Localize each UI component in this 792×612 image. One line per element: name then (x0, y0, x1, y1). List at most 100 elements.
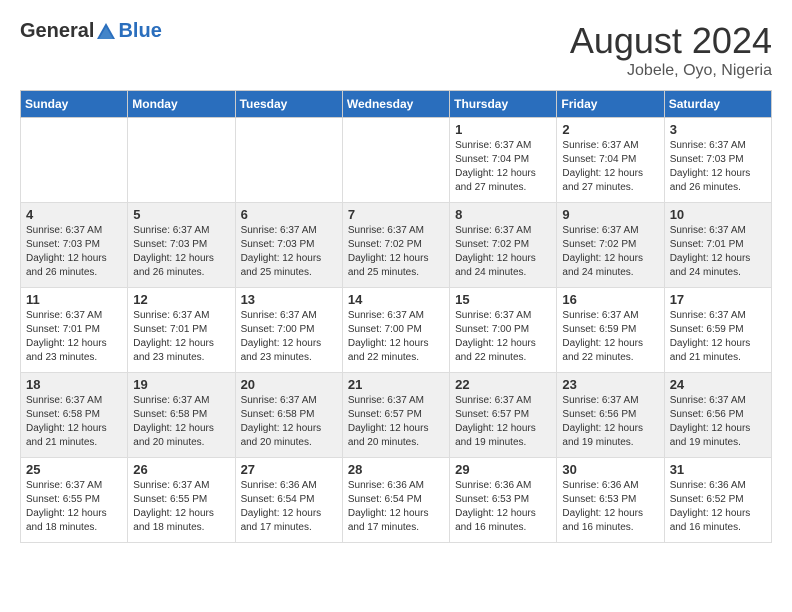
day-info: Sunrise: 6:37 AMSunset: 7:03 PMDaylight:… (670, 139, 766, 195)
weekday-header-tuesday: Tuesday (235, 91, 342, 118)
day-info: Sunrise: 6:36 AMSunset: 6:54 PMDaylight:… (241, 479, 337, 535)
day-info: Sunrise: 6:37 AMSunset: 7:03 PMDaylight:… (26, 224, 122, 280)
calendar-cell: 31 Sunrise: 6:36 AMSunset: 6:52 PMDayligh… (664, 458, 771, 543)
day-info: Sunrise: 6:37 AMSunset: 7:02 PMDaylight:… (455, 224, 551, 280)
day-number: 7 (348, 207, 444, 222)
page-header: General Blue August 2024 Jobele, Oyo, Ni… (20, 20, 772, 80)
day-number: 18 (26, 377, 122, 392)
day-info: Sunrise: 6:37 AMSunset: 7:00 PMDaylight:… (348, 309, 444, 365)
calendar-week-row: 1 Sunrise: 6:37 AMSunset: 7:04 PMDaylight… (21, 118, 772, 203)
day-info: Sunrise: 6:37 AMSunset: 7:03 PMDaylight:… (241, 224, 337, 280)
calendar-cell: 20 Sunrise: 6:37 AMSunset: 6:58 PMDayligh… (235, 373, 342, 458)
weekday-header-monday: Monday (128, 91, 235, 118)
calendar-cell: 13Sunrise: 6:37 AMSunset: 7:00 PMDayligh… (235, 288, 342, 373)
day-info: Sunrise: 6:37 AMSunset: 6:58 PMDaylight:… (133, 394, 229, 450)
day-number: 31 (670, 462, 766, 477)
calendar-cell: 22 Sunrise: 6:37 AMSunset: 6:57 PMDayligh… (450, 373, 557, 458)
calendar-table: SundayMondayTuesdayWednesdayThursdayFrid… (20, 90, 772, 543)
day-info: Sunrise: 6:37 AMSunset: 7:00 PMDaylight:… (241, 309, 337, 365)
calendar-cell: 1 Sunrise: 6:37 AMSunset: 7:04 PMDaylight… (450, 118, 557, 203)
calendar-cell: 12 Sunrise: 6:37 AMSunset: 7:01 PMDayligh… (128, 288, 235, 373)
day-number: 9 (562, 207, 658, 222)
day-number: 23 (562, 377, 658, 392)
weekday-header-wednesday: Wednesday (342, 91, 449, 118)
day-number: 19 (133, 377, 229, 392)
title-block: August 2024 Jobele, Oyo, Nigeria (570, 20, 772, 80)
day-number: 27 (241, 462, 337, 477)
day-number: 12 (133, 292, 229, 307)
day-number: 2 (562, 122, 658, 137)
logo: General Blue (20, 20, 162, 43)
calendar-cell: 11Sunrise: 6:37 AMSunset: 7:01 PMDayligh… (21, 288, 128, 373)
day-number: 17 (670, 292, 766, 307)
day-info: Sunrise: 6:36 AMSunset: 6:53 PMDaylight:… (455, 479, 551, 535)
weekday-header-friday: Friday (557, 91, 664, 118)
day-info: Sunrise: 6:37 AMSunset: 6:55 PMDaylight:… (133, 479, 229, 535)
logo-general: General (20, 20, 94, 43)
calendar-cell: 18 Sunrise: 6:37 AMSunset: 6:58 PMDayligh… (21, 373, 128, 458)
weekday-header-thursday: Thursday (450, 91, 557, 118)
calendar-cell: 21 Sunrise: 6:37 AMSunset: 6:57 PMDayligh… (342, 373, 449, 458)
day-info: Sunrise: 6:37 AMSunset: 7:02 PMDaylight:… (348, 224, 444, 280)
day-number: 30 (562, 462, 658, 477)
day-number: 20 (241, 377, 337, 392)
calendar-week-row: 4 Sunrise: 6:37 AMSunset: 7:03 PMDaylight… (21, 203, 772, 288)
location: Jobele, Oyo, Nigeria (570, 62, 772, 80)
day-info: Sunrise: 6:36 AMSunset: 6:52 PMDaylight:… (670, 479, 766, 535)
day-info: Sunrise: 6:37 AMSunset: 6:55 PMDaylight:… (26, 479, 122, 535)
calendar-cell: 17 Sunrise: 6:37 AMSunset: 6:59 PMDayligh… (664, 288, 771, 373)
day-number: 22 (455, 377, 551, 392)
calendar-cell: 9 Sunrise: 6:37 AMSunset: 7:02 PMDaylight… (557, 203, 664, 288)
day-number: 5 (133, 207, 229, 222)
day-info: Sunrise: 6:37 AMSunset: 6:59 PMDaylight:… (562, 309, 658, 365)
calendar-cell: 7 Sunrise: 6:37 AMSunset: 7:02 PMDaylight… (342, 203, 449, 288)
day-info: Sunrise: 6:37 AMSunset: 7:01 PMDaylight:… (133, 309, 229, 365)
day-number: 24 (670, 377, 766, 392)
calendar-cell: 2Sunrise: 6:37 AMSunset: 7:04 PMDaylight… (557, 118, 664, 203)
calendar-cell: 28 Sunrise: 6:36 AMSunset: 6:54 PMDayligh… (342, 458, 449, 543)
day-info: Sunrise: 6:37 AMSunset: 6:57 PMDaylight:… (455, 394, 551, 450)
calendar-cell: 4 Sunrise: 6:37 AMSunset: 7:03 PMDaylight… (21, 203, 128, 288)
day-number: 26 (133, 462, 229, 477)
day-number: 1 (455, 122, 551, 137)
day-number: 8 (455, 207, 551, 222)
calendar-cell: 30 Sunrise: 6:36 AMSunset: 6:53 PMDayligh… (557, 458, 664, 543)
calendar-cell: 3Sunrise: 6:37 AMSunset: 7:03 PMDaylight… (664, 118, 771, 203)
day-info: Sunrise: 6:37 AMSunset: 7:02 PMDaylight:… (562, 224, 658, 280)
calendar-cell: 29 Sunrise: 6:36 AMSunset: 6:53 PMDayligh… (450, 458, 557, 543)
day-number: 29 (455, 462, 551, 477)
calendar-cell (21, 118, 128, 203)
calendar-cell: 27 Sunrise: 6:36 AMSunset: 6:54 PMDayligh… (235, 458, 342, 543)
calendar-cell: 15 Sunrise: 6:37 AMSunset: 7:00 PMDayligh… (450, 288, 557, 373)
day-info: Sunrise: 6:37 AMSunset: 6:57 PMDaylight:… (348, 394, 444, 450)
calendar-cell: 19 Sunrise: 6:37 AMSunset: 6:58 PMDayligh… (128, 373, 235, 458)
calendar-week-row: 11Sunrise: 6:37 AMSunset: 7:01 PMDayligh… (21, 288, 772, 373)
day-number: 15 (455, 292, 551, 307)
day-info: Sunrise: 6:37 AMSunset: 7:00 PMDaylight:… (455, 309, 551, 365)
day-number: 21 (348, 377, 444, 392)
day-info: Sunrise: 6:36 AMSunset: 6:54 PMDaylight:… (348, 479, 444, 535)
calendar-cell: 26 Sunrise: 6:37 AMSunset: 6:55 PMDayligh… (128, 458, 235, 543)
logo-icon (95, 21, 117, 43)
day-info: Sunrise: 6:37 AMSunset: 6:58 PMDaylight:… (241, 394, 337, 450)
day-info: Sunrise: 6:37 AMSunset: 7:04 PMDaylight:… (455, 139, 551, 195)
calendar-cell: 23 Sunrise: 6:37 AMSunset: 6:56 PMDayligh… (557, 373, 664, 458)
calendar-week-row: 25Sunrise: 6:37 AMSunset: 6:55 PMDayligh… (21, 458, 772, 543)
day-info: Sunrise: 6:37 AMSunset: 7:01 PMDaylight:… (670, 224, 766, 280)
day-info: Sunrise: 6:37 AMSunset: 6:58 PMDaylight:… (26, 394, 122, 450)
calendar-cell: 14Sunrise: 6:37 AMSunset: 7:00 PMDayligh… (342, 288, 449, 373)
day-number: 28 (348, 462, 444, 477)
calendar-cell (342, 118, 449, 203)
day-info: Sunrise: 6:36 AMSunset: 6:53 PMDaylight:… (562, 479, 658, 535)
day-number: 6 (241, 207, 337, 222)
calendar-cell: 24Sunrise: 6:37 AMSunset: 6:56 PMDayligh… (664, 373, 771, 458)
calendar-week-row: 18 Sunrise: 6:37 AMSunset: 6:58 PMDayligh… (21, 373, 772, 458)
logo-blue: Blue (118, 20, 161, 43)
calendar-cell: 6 Sunrise: 6:37 AMSunset: 7:03 PMDaylight… (235, 203, 342, 288)
day-info: Sunrise: 6:37 AMSunset: 6:59 PMDaylight:… (670, 309, 766, 365)
day-info: Sunrise: 6:37 AMSunset: 6:56 PMDaylight:… (562, 394, 658, 450)
weekday-header-row: SundayMondayTuesdayWednesdayThursdayFrid… (21, 91, 772, 118)
day-number: 10 (670, 207, 766, 222)
day-number: 4 (26, 207, 122, 222)
day-number: 16 (562, 292, 658, 307)
